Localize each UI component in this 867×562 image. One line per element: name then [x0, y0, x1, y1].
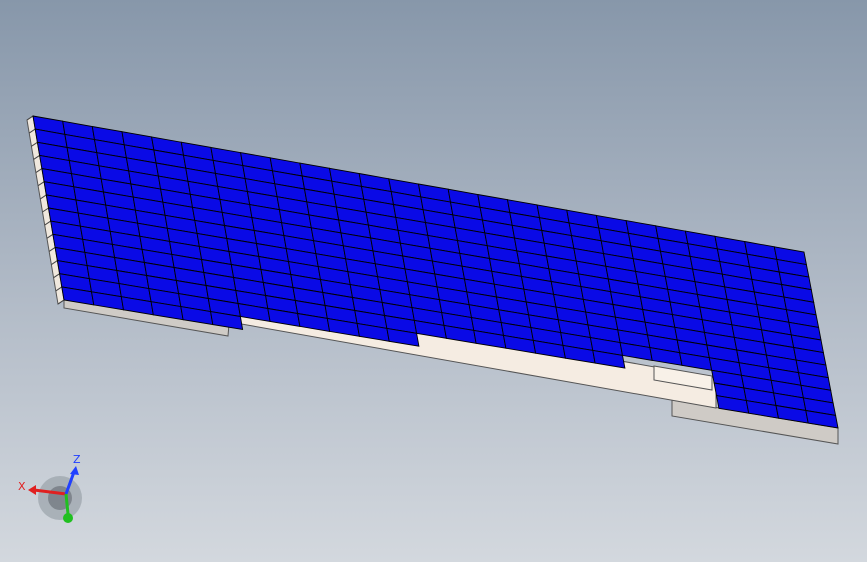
y-axis-line: [64, 493, 70, 515]
y-axis-arrow-icon: [63, 513, 73, 523]
x-axis-arrow-icon: [28, 485, 36, 495]
axis-triad[interactable]: X Z: [18, 453, 82, 523]
graphics-viewport[interactable]: X Z: [0, 0, 867, 562]
x-axis-label: X: [18, 480, 26, 493]
solar-panel-array[interactable]: [32, 115, 839, 429]
model-scene[interactable]: X Z: [0, 0, 867, 562]
z-axis-arrow-icon: [70, 466, 79, 475]
z-axis-label: Z: [73, 453, 81, 466]
